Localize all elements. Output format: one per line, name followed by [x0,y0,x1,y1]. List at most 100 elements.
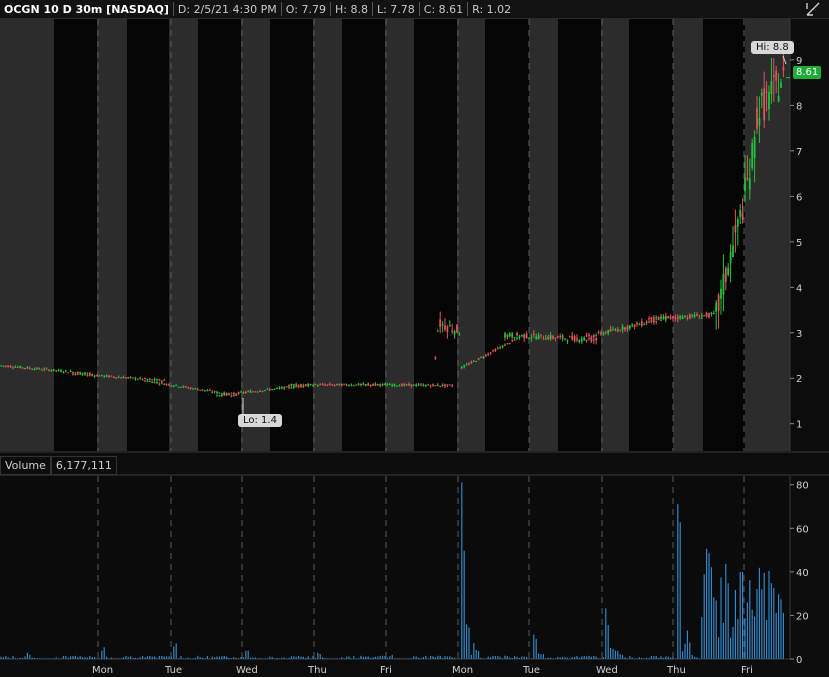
volume-bar [372,658,374,659]
volume-bar [101,650,103,659]
candle-body [223,393,226,396]
candle-body [283,386,286,389]
volume-bar [422,656,424,659]
volume-bar [115,658,117,659]
candle-body [285,386,288,388]
volume-bar [624,657,626,659]
volume-bar [77,657,79,659]
candle-body [616,329,619,332]
candle-body [436,330,439,332]
volume-axis-tick-label: 0 [796,655,802,666]
candle-body [451,385,454,387]
volume-bar [348,656,350,659]
candle-body [748,178,751,190]
volume-bar [250,657,252,659]
volume-bar [223,656,225,659]
volume-bar [528,658,530,659]
candle-body [612,329,614,331]
volume-bar [732,626,734,659]
candle-body [218,392,221,394]
candle-body [770,81,773,95]
volume-bar [36,658,38,659]
volume-bar [437,658,439,659]
volume-bar [758,567,760,659]
volume-bar [401,658,403,659]
volume-bar [432,656,434,659]
volume-bar [665,656,667,659]
volume-bar [209,658,211,659]
candle-body [554,337,557,339]
volume-bar [163,657,165,659]
volume-bar [701,617,703,659]
volume-bar [665,657,667,659]
volume-bar [166,656,168,659]
candle-body [247,391,250,393]
candle-body [52,369,55,371]
candle-body [597,331,600,333]
volume-bar [122,657,124,659]
candle-body [427,384,430,386]
volume-bar [149,655,151,659]
candle-body [324,384,326,386]
volume-bar [278,658,280,659]
candle-body [312,385,314,387]
candle-body [592,335,595,338]
volume-bar [715,600,717,659]
volume-bar [127,656,129,659]
candle-body [686,317,689,319]
candle-body [242,392,245,394]
candle-body [117,376,120,378]
volume-bar [775,612,777,659]
candle-body [69,371,72,373]
price-chart[interactable]: 123456789 [0,0,829,454]
candle-body [662,316,665,318]
price-axis-tick-label: 1 [796,420,802,431]
volume-bar [492,655,494,659]
volume-axis-tick-label: 20 [796,611,809,622]
volume-bar [504,655,506,659]
candle-body [410,384,413,387]
volume-bar [302,657,304,659]
candle-body [492,350,494,352]
candle-body [172,385,175,387]
candle-body [278,387,281,389]
volume-bar [216,657,218,659]
volume-bar [504,655,506,659]
volume-bar [341,657,343,659]
price-axis-tick-label: 4 [796,283,802,294]
volume-bar [660,658,662,659]
volume-bar [718,637,720,659]
volume-bar [670,657,672,659]
candle-body [676,317,679,320]
candle-body [9,365,12,368]
candle-body [232,393,235,395]
candle-body [235,393,238,395]
volume-bar [710,567,712,659]
candle-body [631,323,634,326]
volume-bar [295,658,297,659]
candle-body [763,88,766,121]
volume-bar [576,657,578,659]
volume-bar [86,657,88,659]
candle-body [741,212,744,220]
volume-bar [655,657,657,659]
candle-body [760,92,763,96]
candle-body [602,333,605,335]
candle-body [297,385,300,387]
volume-bar [581,656,583,659]
volume-bar [182,658,184,659]
volume-bar [473,643,475,659]
candle-body [739,209,742,217]
candle-body [93,375,96,377]
candle-body [674,317,677,319]
volume-bar [756,588,758,659]
volume-bar [382,655,384,659]
candle-body [192,388,194,390]
price-axis-tick-label: 8 [796,101,802,112]
candle-body [105,375,108,377]
candle-body [511,340,514,342]
volume-bar [48,658,50,659]
candle-body [549,334,552,340]
regular-session-band [485,19,529,451]
volume-bar [617,650,619,659]
